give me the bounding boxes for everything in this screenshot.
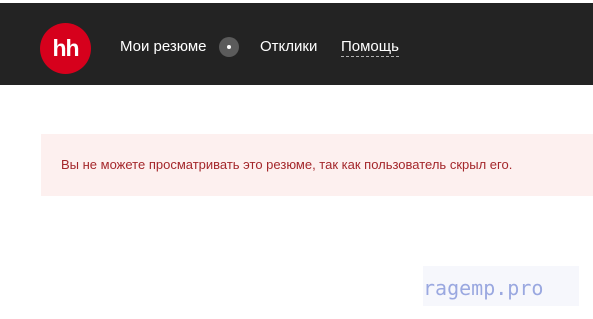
watermark-text: ragemp.pro — [423, 276, 544, 300]
nav-help-link[interactable]: Помощь — [341, 37, 399, 57]
hidden-resume-message: Вы не можете просматривать это резюме, т… — [61, 157, 513, 172]
top-navigation-bar: hh Мои резюме Отклики Помощь — [0, 0, 593, 85]
nav-my-resumes-link[interactable]: Мои резюме — [120, 37, 207, 57]
resume-status-dot-icon[interactable] — [219, 37, 239, 57]
watermark: ragemp.pro — [423, 266, 579, 306]
nav-responses-link[interactable]: Отклики — [260, 37, 317, 57]
hidden-resume-notice: Вы не можете просматривать это резюме, т… — [41, 134, 593, 196]
dot-icon — [227, 45, 231, 49]
hh-logo[interactable]: hh — [40, 23, 91, 74]
